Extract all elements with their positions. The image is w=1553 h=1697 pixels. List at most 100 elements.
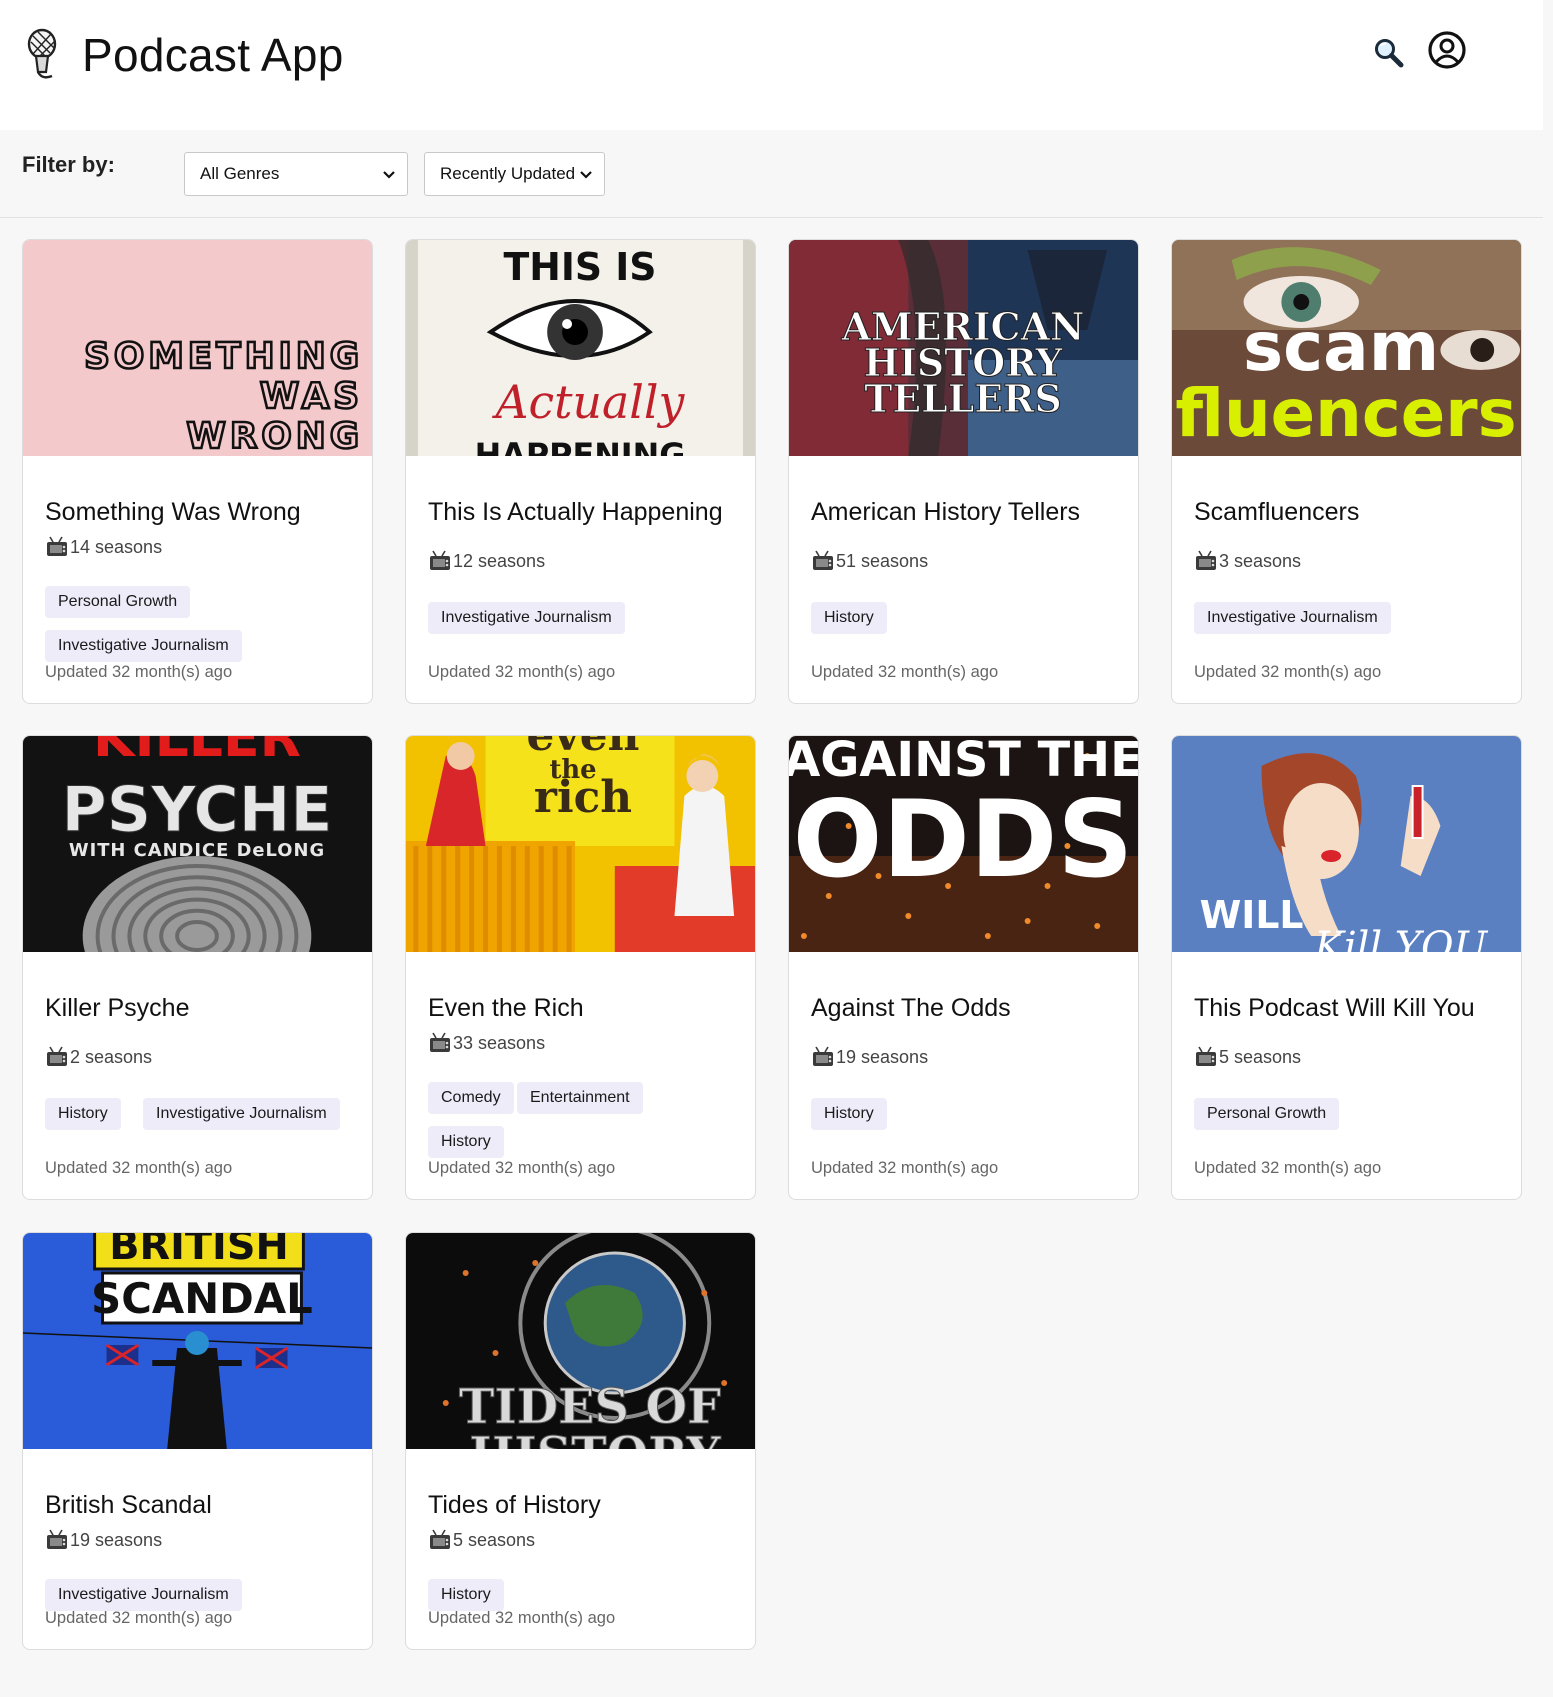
- updated-label: Updated 32 month(s) ago: [428, 1609, 616, 1627]
- cover-title-text: SOMETHING: [84, 336, 363, 377]
- podcast-card-body: Tides of History 5 seasons History Updated …: [428, 1449, 737, 1649]
- filter-label: Filter by:: [22, 152, 115, 177]
- updated-label: Updated 32 month(s) ago: [1194, 663, 1382, 681]
- podcast-card[interactable]: scam fluencers Scamfluencers 3 seasons Inves…: [1171, 239, 1522, 704]
- podcast-title: Even the Rich: [428, 994, 584, 1022]
- sort-select[interactable]: Recently Updated: [424, 152, 605, 196]
- cover-title-text: rich: [534, 772, 632, 823]
- user-circle-icon[interactable]: [1427, 30, 1467, 70]
- podcast-card[interactable]: WILL Kill YOU This Podcast Will Kill You 5 …: [1171, 735, 1522, 1200]
- podcast-card[interactable]: AGAINST THE ODDS Against The Odds 19 season…: [788, 735, 1139, 1200]
- cover-title-text: Actually: [492, 375, 686, 429]
- genre-tag[interactable]: Comedy: [428, 1082, 514, 1114]
- genre-tag[interactable]: History: [428, 1579, 504, 1611]
- podcast-cover-image: SOMETHING WAS WRONG: [23, 240, 372, 456]
- tv-icon: [47, 1046, 67, 1066]
- podcast-card[interactable]: BRITISH SCANDAL British Scandal 19 seasons I…: [22, 1232, 373, 1650]
- updated-label: Updated 32 month(s) ago: [428, 663, 616, 681]
- seasons-count: 33 seasons: [453, 1032, 546, 1053]
- podcast-card[interactable]: SOMETHING WAS WRONG Something Was Wrong 14 s…: [22, 239, 373, 704]
- genre-tag[interactable]: Entertainment: [517, 1082, 643, 1114]
- podcast-title: Scamfluencers: [1194, 498, 1360, 526]
- podcast-cover-image: scam fluencers: [1172, 240, 1521, 456]
- updated-label: Updated 32 month(s) ago: [45, 663, 233, 681]
- podcast-cover-image: WILL Kill YOU: [1172, 736, 1521, 952]
- updated-label: Updated 32 month(s) ago: [45, 1159, 233, 1177]
- genre-tag[interactable]: Investigative Journalism: [143, 1098, 340, 1130]
- tv-icon: [47, 1529, 67, 1549]
- genre-tag[interactable]: Investigative Journalism: [428, 602, 625, 634]
- genre-tag[interactable]: History: [811, 1098, 887, 1130]
- podcast-cover-image: AMERICAN HISTORY TELLERS: [789, 240, 1138, 456]
- cover-title-text: PSYCHE: [62, 774, 333, 846]
- cover-title-text: Kill YOU: [1313, 924, 1488, 952]
- podcast-seasons: 3 seasons: [1194, 550, 1301, 572]
- genre-tag[interactable]: Personal Growth: [45, 586, 191, 618]
- podcast-title: This Podcast Will Kill You: [1194, 994, 1475, 1022]
- app-title: Podcast App: [82, 29, 344, 81]
- genre-select[interactable]: All Genres: [184, 152, 408, 196]
- podcast-card[interactable]: eventherich Even the Rich 33 seasons Comedy…: [405, 735, 756, 1200]
- podcast-seasons: 33 seasons: [428, 1032, 545, 1054]
- updated-label: Updated 32 month(s) ago: [428, 1159, 616, 1177]
- podcast-card-body: Killer Psyche 2 seasons History Investigati…: [45, 952, 354, 1199]
- sort-select-value: Recently Updated: [440, 164, 576, 183]
- search-icon[interactable]: [1372, 36, 1406, 70]
- tv-icon: [813, 1046, 833, 1066]
- podcast-seasons: 2 seasons: [45, 1046, 152, 1068]
- podcast-card-body: Against The Odds 19 seasons History Updated…: [811, 952, 1120, 1199]
- genre-tag[interactable]: History: [811, 602, 887, 634]
- podcast-card-body: Even the Rich 33 seasons Comedy Entertainme…: [428, 952, 737, 1199]
- podcast-cover-image: TIDES OFHISTORY: [406, 1233, 755, 1449]
- podcast-cover-image: AGAINST THE ODDS: [789, 736, 1138, 952]
- podcast-title: Against The Odds: [811, 994, 1011, 1022]
- podcast-card-body: This Is Actually Happening 12 seasons Inve…: [428, 456, 737, 703]
- podcast-card-body: Something Was Wrong 14 seasons Personal Gr…: [45, 456, 354, 703]
- cover-title-text: WITH CANDICE DeLONG: [69, 840, 325, 861]
- podcast-cover-image: THIS IS Actually HAPPENING: [406, 240, 755, 456]
- podcast-title: Something Was Wrong: [45, 498, 301, 526]
- cover-title-text: BRITISH: [109, 1233, 289, 1269]
- podcast-seasons: 14 seasons: [45, 536, 162, 558]
- podcast-card[interactable]: THIS IS Actually HAPPENING This Is Actually…: [405, 239, 756, 704]
- updated-label: Updated 32 month(s) ago: [811, 663, 999, 681]
- seasons-count: 14 seasons: [70, 536, 163, 557]
- app-header: Podcast App: [0, 0, 1543, 130]
- podcast-card-body: This Podcast Will Kill You 5 seasons Perso…: [1194, 952, 1503, 1199]
- podcast-card[interactable]: KILLER PSYCHE WITH CANDICE DeLONG Killer Ps…: [22, 735, 373, 1200]
- podcast-seasons: 5 seasons: [1194, 1046, 1301, 1068]
- tv-icon: [430, 1032, 450, 1052]
- seasons-count: 5 seasons: [1219, 1046, 1302, 1067]
- podcast-seasons: 5 seasons: [428, 1529, 535, 1551]
- podcast-title: Tides of History: [428, 1491, 601, 1519]
- updated-label: Updated 32 month(s) ago: [45, 1609, 233, 1627]
- cover-title-text: HISTORY: [469, 1427, 721, 1449]
- cover-title-text: TELLERS: [864, 376, 1061, 421]
- seasons-count: 3 seasons: [1219, 550, 1302, 571]
- microphone-icon: [27, 28, 57, 79]
- seasons-count: 51 seasons: [836, 550, 929, 571]
- genre-tag[interactable]: History: [428, 1126, 504, 1158]
- seasons-count: 19 seasons: [836, 1046, 929, 1067]
- cover-title-text: WRONG: [186, 416, 363, 456]
- podcast-seasons: 12 seasons: [428, 550, 545, 572]
- podcast-card[interactable]: AMERICAN HISTORY TELLERS American History T…: [788, 239, 1139, 704]
- genre-tag[interactable]: Investigative Journalism: [45, 1579, 242, 1611]
- podcast-title: Killer Psyche: [45, 994, 190, 1022]
- cover-title-text: HAPPENING: [475, 436, 686, 456]
- seasons-count: 2 seasons: [70, 1046, 153, 1067]
- seasons-count: 12 seasons: [453, 550, 546, 571]
- chevron-down-icon: [383, 171, 395, 179]
- genre-tag[interactable]: Personal Growth: [1194, 1098, 1340, 1130]
- tv-icon: [430, 1529, 450, 1549]
- genre-tag[interactable]: Investigative Journalism: [45, 630, 242, 662]
- podcast-title: American History Tellers: [811, 498, 1081, 526]
- podcast-card-body: British Scandal 19 seasons Investigative J…: [45, 1449, 354, 1649]
- podcast-seasons: 19 seasons: [45, 1529, 162, 1551]
- cover-title-text: ODDS: [793, 778, 1133, 901]
- podcast-cover-image: BRITISH SCANDAL: [23, 1233, 372, 1449]
- filter-bar: Filter by: All Genres Recently Updated: [0, 130, 1543, 218]
- genre-tag[interactable]: History: [45, 1098, 121, 1130]
- genre-tag[interactable]: Investigative Journalism: [1194, 602, 1391, 634]
- podcast-card[interactable]: TIDES OFHISTORY Tides of History 5 seasons…: [405, 1232, 756, 1650]
